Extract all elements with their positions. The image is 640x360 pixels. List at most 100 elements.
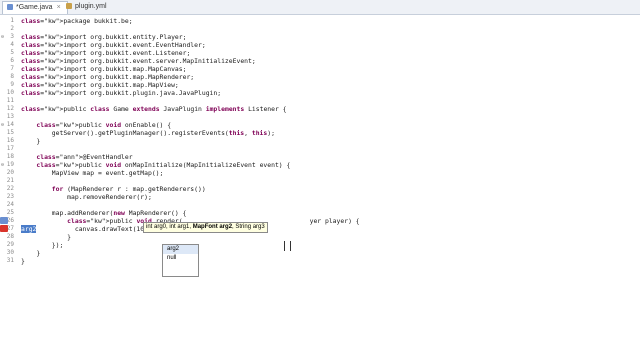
code-text: class="kw">import org.bukkit.event.serve… — [21, 57, 256, 65]
line-number: 30 — [6, 249, 14, 256]
code-text: class="kw">public class Game extends Jav… — [21, 105, 287, 113]
code-text: MapView map = event.getMap(); — [21, 169, 164, 177]
code-line: 28 } — [0, 233, 640, 241]
code-text: class="kw">import org.bukkit.map.MapCanv… — [21, 65, 187, 73]
code-text: class="kw">public void onEnable() { — [36, 121, 172, 129]
line-number: 31 — [6, 257, 14, 264]
code-line: 31} — [0, 257, 640, 265]
code-line: 29 }); — [0, 241, 640, 249]
line-number: 28 — [6, 233, 14, 240]
code-line: 12 class="kw">public class Game extends J… — [0, 105, 640, 113]
line-number: 1 — [10, 17, 14, 24]
code-line: 3 ⊖ class="kw">import org.bukkit.entity.Pl… — [0, 33, 640, 41]
code-line: 6 class="kw">import org.bukkit.event.serv… — [0, 57, 640, 65]
code-line: 13 — [0, 113, 640, 121]
code-line: 16 } — [0, 137, 640, 145]
code-text: } — [21, 257, 25, 265]
editor-tab-bar: *Game.java × plugin.yml — [0, 0, 640, 15]
code-line: 24 — [0, 201, 640, 209]
code-text: getServer().getPluginManager().registerE… — [21, 129, 275, 137]
line-number: 15 — [6, 129, 14, 136]
code-text: for (MapRenderer r : map.getRenderers()) — [51, 185, 206, 193]
line-number: 24 — [6, 201, 14, 208]
line-number: 12 — [6, 105, 14, 112]
line-number: 16 — [6, 137, 14, 144]
code-line: 20 MapView map = event.getMap(); — [0, 169, 640, 177]
line-number: 13 — [6, 113, 14, 120]
line-number: 6 — [10, 57, 14, 64]
line-number: 11 — [6, 97, 14, 104]
override-marker-icon[interactable] — [0, 217, 8, 224]
line-number: 20 — [6, 169, 14, 176]
code-line: 7 class="kw">import org.bukkit.map.MapCan… — [0, 65, 640, 73]
code-text: class="kw">import org.bukkit.map.MapView… — [21, 81, 179, 89]
code-line: 23 map.removeRenderer(r); — [0, 193, 640, 201]
code-text: map.addRenderer(new MapRenderer() { — [21, 209, 187, 217]
line-number: 25 — [6, 209, 14, 216]
code-text: class="kw">import org.bukkit.entity.Play… — [21, 33, 187, 41]
code-text: class="kw">import org.bukkit.event.Liste… — [21, 49, 191, 57]
selected-param: arg2 — [21, 225, 37, 233]
close-icon[interactable]: × — [57, 4, 61, 11]
code-line: 30 } — [0, 249, 640, 257]
code-line: 10 class="kw">import org.bukkit.plugin.ja… — [0, 89, 640, 97]
code-text: }); — [21, 241, 64, 249]
error-marker-icon[interactable] — [0, 225, 8, 232]
code-line: 8 class="kw">import org.bukkit.map.MapRen… — [0, 73, 640, 81]
tab-plugin-yml[interactable]: plugin.yml — [62, 1, 113, 13]
code-line: 21 — [0, 177, 640, 185]
java-file-icon — [7, 4, 13, 10]
line-number: 10 — [6, 89, 14, 96]
parameter-hint-tooltip: int arg0, int arg1, MapFont arg2, String… — [143, 222, 268, 233]
code-line: 11 — [0, 97, 640, 105]
tab-label: plugin.yml — [75, 3, 107, 10]
tab-label: *Game.java — [16, 4, 53, 11]
fold-toggle-icon[interactable]: ⊖ — [1, 121, 4, 129]
code-line: 14 ⊖ class="kw">public void onEnable() { — [0, 121, 640, 129]
code-text: class="kw">public void onMapInitialize(M… — [36, 161, 291, 169]
code-text: } — [21, 137, 41, 145]
line-number: 18 — [6, 153, 14, 160]
code-text: } — [21, 233, 72, 241]
code-line: 18 class="ann">@EventHandler — [0, 153, 640, 161]
content-assist-popup[interactable]: arg2 null — [162, 244, 199, 277]
code-line: 5 class="kw">import org.bukkit.event.List… — [0, 49, 640, 57]
fold-toggle-icon[interactable]: ⊖ — [1, 33, 4, 41]
proposal-item[interactable]: null — [163, 254, 198, 263]
param-hint-post: , String arg3 — [232, 224, 265, 230]
code-text: class="ann">@EventHandler — [36, 153, 133, 161]
line-number: 17 — [6, 145, 14, 152]
line-number: 7 — [10, 65, 14, 72]
line-number: 22 — [6, 185, 14, 192]
param-hint-pre: int arg0, int arg1, — [146, 224, 193, 230]
line-number: 23 — [6, 193, 14, 200]
tab-game-java[interactable]: *Game.java × — [2, 1, 68, 14]
line-number: 5 — [10, 49, 14, 56]
code-line: 17 — [0, 145, 640, 153]
code-text: } — [21, 249, 41, 257]
code-line: 25 map.addRenderer(new MapRenderer() { — [0, 209, 640, 217]
line-number: 8 — [10, 73, 14, 80]
code-text: class="kw">import org.bukkit.event.Event… — [21, 41, 206, 49]
code-text: class="kw">import org.bukkit.map.MapRend… — [21, 73, 195, 81]
code-text: map.removeRenderer(r); — [21, 193, 152, 201]
yml-file-icon — [66, 3, 72, 9]
code-line: 9 class="kw">import org.bukkit.map.MapVie… — [0, 81, 640, 89]
code-line: 27 arg2 canvas.drawText(10, 10, , arg3) — [0, 225, 640, 233]
code-text: class="kw">package bukkit.be; — [21, 17, 133, 25]
code-line: 26⊖ class="kw">public void render( yer p… — [0, 217, 640, 225]
code-line: 2 — [0, 25, 640, 33]
param-hint-current: MapFont arg2 — [192, 224, 233, 230]
proposal-item[interactable]: arg2 — [163, 245, 198, 254]
code-line: 15 getServer().getPluginManager().regist… — [0, 129, 640, 137]
line-number: 29 — [6, 241, 14, 248]
fold-toggle-icon[interactable]: ⊖ — [1, 161, 4, 169]
line-number: 2 — [10, 25, 14, 32]
code-line: 1 class="kw">package bukkit.be; — [0, 17, 640, 25]
code-line: 4 class="kw">import org.bukkit.event.Even… — [0, 41, 640, 49]
code-line: 19 ⊖ class="kw">public void onMapInitiali… — [0, 161, 640, 169]
line-number: 9 — [10, 81, 14, 88]
mouse-text-cursor — [284, 241, 291, 251]
code-editor[interactable]: 1 class="kw">package bukkit.be; 2 3 ⊖ class="… — [0, 15, 640, 360]
code-text: class="kw">import org.bukkit.plugin.java… — [21, 89, 222, 97]
